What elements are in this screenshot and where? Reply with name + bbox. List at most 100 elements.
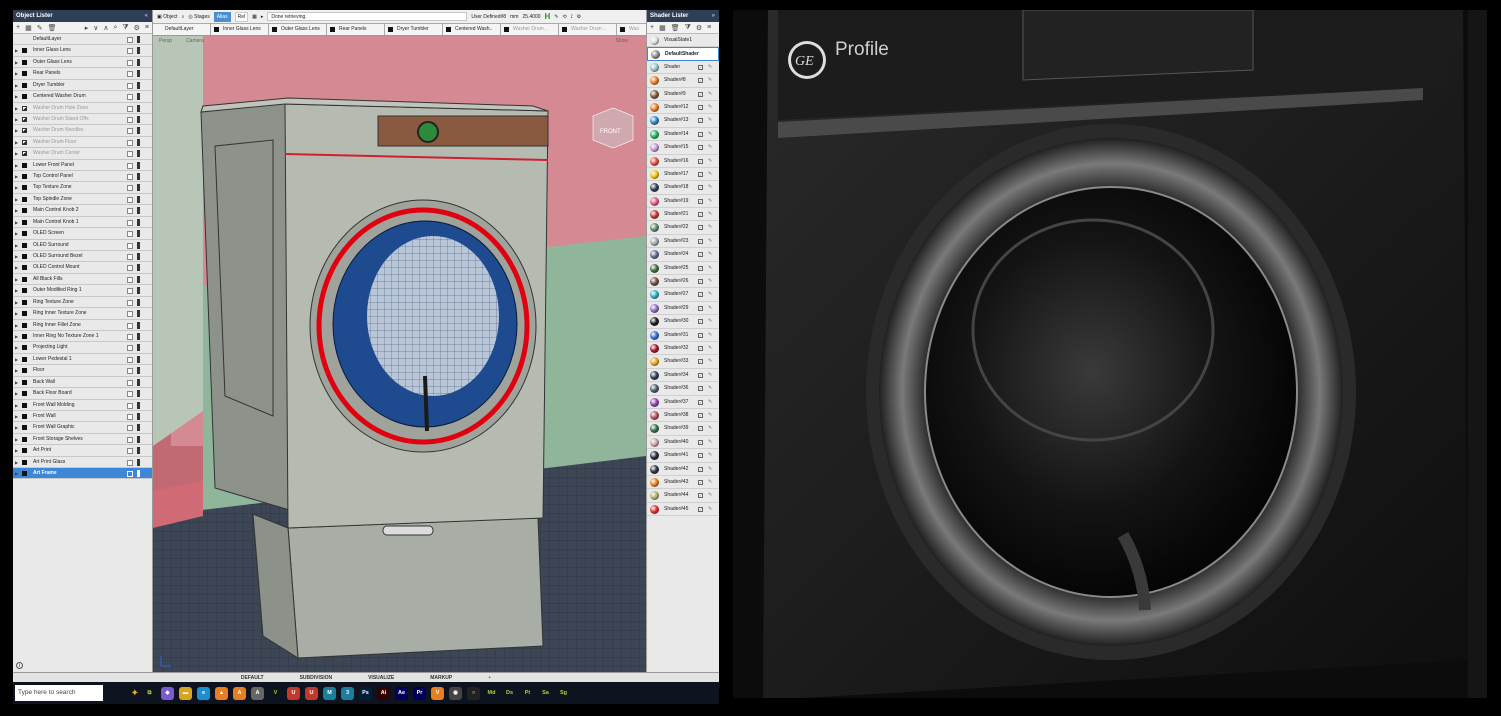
lock-icon[interactable] <box>137 378 140 386</box>
lock-icon[interactable] <box>137 70 140 78</box>
expand-arrow-icon[interactable]: ▶ <box>15 194 18 204</box>
lock-icon[interactable] <box>137 230 140 238</box>
object-row[interactable]: ▶ Art Frame <box>13 468 152 480</box>
after-effects-icon[interactable]: Ae <box>395 686 408 700</box>
layer-tab[interactable]: DefaultLayer <box>153 24 211 35</box>
visibility-checkbox[interactable] <box>127 254 133 261</box>
object-row[interactable]: DefaultLayer <box>13 34 152 46</box>
edit-icon[interactable]: ✎ <box>708 382 712 395</box>
visibility-checkbox[interactable] <box>127 139 133 146</box>
shader-row[interactable]: Shader#42 ✓ ✎ <box>647 463 719 476</box>
lock-icon[interactable] <box>137 207 140 215</box>
collapse-panel-button[interactable]: « <box>145 10 148 22</box>
expand-arrow-icon[interactable]: ▶ <box>15 308 18 318</box>
shader-row[interactable]: Shader#21 ✓ ✎ <box>647 208 719 222</box>
object-row[interactable]: ▶ Ring Inner Texture Zone <box>13 308 152 320</box>
shader-row[interactable]: Shader#31 ✓ ✎ <box>647 329 719 342</box>
edit-icon[interactable]: ✎ <box>708 88 712 101</box>
edit-icon[interactable]: ✎ <box>708 195 712 208</box>
expand-arrow-icon[interactable]: ▶ <box>15 205 18 215</box>
lock-icon[interactable] <box>137 173 140 181</box>
chevron-down-icon[interactable]: ∨ <box>93 24 98 32</box>
viewport[interactable]: FRONT Persp Camera Show <box>153 36 646 672</box>
lock-icon[interactable] <box>137 412 140 420</box>
edit-icon[interactable]: ✎ <box>708 355 712 368</box>
show-menu[interactable]: Show <box>615 36 628 46</box>
delete-icon[interactable]: 🗑 <box>48 24 57 32</box>
shader-visibility-checkbox[interactable]: ✓ <box>698 279 703 285</box>
expand-arrow-icon[interactable]: ▶ <box>15 57 18 67</box>
expand-arrow-icon[interactable]: ▶ <box>15 445 18 455</box>
visibility-checkbox[interactable] <box>127 368 133 375</box>
lock-icon[interactable] <box>137 424 140 432</box>
expand-arrow-icon[interactable]: ▶ <box>15 297 18 307</box>
premiere-icon[interactable]: Pr <box>413 686 426 700</box>
shader-row[interactable]: Shader#15 ✓ ✎ <box>647 141 719 155</box>
lock-icon[interactable] <box>137 470 140 478</box>
tab-subdivision[interactable]: SUBDIVISION <box>300 673 333 682</box>
object-row[interactable]: ▶ Art Print Glass <box>13 457 152 469</box>
object-row[interactable]: ▶ Main Control Knob 1 <box>13 217 152 229</box>
vlc-2-icon[interactable]: V <box>431 686 444 700</box>
shader-visibility-checkbox[interactable]: ✓ <box>698 78 703 84</box>
lock-icon[interactable] <box>137 127 140 135</box>
edit-icon[interactable]: ✎ <box>708 101 712 114</box>
shader-row[interactable]: Shader#27 ✓ ✎ <box>647 288 719 302</box>
lock-icon[interactable] <box>137 47 140 55</box>
shader-row[interactable]: Shader#24 ✓ ✎ <box>647 248 719 262</box>
chevron-up-icon[interactable]: ∧ <box>103 24 108 32</box>
rel-toggle[interactable]: Rel <box>234 11 249 22</box>
gear-icon[interactable]: ⚙ <box>696 24 702 32</box>
object-row[interactable]: ▶ Dryer Tumbler <box>13 80 152 92</box>
layer-tab[interactable]: Inner Glass Lens <box>211 24 269 35</box>
edit-icon[interactable]: ✎ <box>708 449 712 462</box>
shader-visibility-checkbox[interactable]: ✓ <box>698 412 703 418</box>
shader-row[interactable]: Shader#18 ✓ ✎ <box>647 181 719 195</box>
edit-icon[interactable]: ✎ <box>708 114 712 127</box>
visibility-checkbox[interactable] <box>127 276 133 283</box>
shader-row[interactable]: VisualState1 <box>647 34 719 48</box>
edit-icon[interactable]: ✎ <box>708 302 712 315</box>
search-icon[interactable]: ⌕ <box>113 24 117 32</box>
lock-icon[interactable] <box>137 161 140 169</box>
expand-arrow-icon[interactable]: ▶ <box>15 285 18 295</box>
lock-icon[interactable] <box>137 115 140 123</box>
expand-arrow-icon[interactable]: ▶ <box>15 251 18 261</box>
edit-icon[interactable]: ✎ <box>708 208 712 221</box>
alias-icon[interactable]: A <box>233 686 246 700</box>
shader-visibility-checkbox[interactable]: ✓ <box>698 118 703 124</box>
expand-arrow-icon[interactable]: ▶ <box>15 182 18 192</box>
shader-row[interactable]: Shader ✓ ✎ <box>647 61 719 75</box>
expand-arrow-icon[interactable]: ▶ <box>15 468 18 478</box>
visibility-checkbox[interactable] <box>127 208 133 215</box>
app-orange-icon[interactable]: U <box>287 686 300 700</box>
shader-row[interactable]: DefaultShader <box>647 47 719 61</box>
expand-arrow-icon[interactable]: ▶ <box>15 320 18 330</box>
lock-icon[interactable] <box>137 367 140 375</box>
expand-arrow-icon[interactable]: ▶ <box>15 103 18 113</box>
visibility-checkbox[interactable] <box>127 448 133 455</box>
visibility-checkbox[interactable] <box>127 425 133 432</box>
visibility-checkbox[interactable] <box>127 162 133 169</box>
expand-arrow-icon[interactable]: ▶ <box>15 240 18 250</box>
shader-row[interactable]: Shader#32 ✓ ✎ <box>647 342 719 356</box>
object-row[interactable]: ▶ Washer Drum Stand Offs <box>13 114 152 126</box>
shader-visibility-checkbox[interactable]: ✓ <box>698 386 703 392</box>
object-row[interactable]: ▶ Front Wall <box>13 411 152 423</box>
shader-row[interactable]: Shader#25 ✓ ✎ <box>647 262 719 276</box>
visibility-checkbox[interactable] <box>127 105 133 112</box>
shader-row[interactable]: Shader#23 ✓ ✎ <box>647 235 719 249</box>
visibility-checkbox[interactable] <box>127 322 133 329</box>
expand-arrow-icon[interactable]: ▶ <box>15 422 18 432</box>
layers-icon[interactable]: ▦ <box>659 24 666 32</box>
expand-arrow-icon[interactable]: ▶ <box>15 217 18 227</box>
shader-visibility-checkbox[interactable]: ✓ <box>698 506 703 512</box>
layer-tab[interactable]: Washer Drum .. <box>501 24 559 35</box>
layer-tab[interactable]: Was <box>617 24 646 35</box>
filter-icon[interactable]: ⧩ <box>122 24 128 32</box>
object-row[interactable]: ▶ Lower Front Panel <box>13 160 152 172</box>
lock-icon[interactable] <box>137 93 140 101</box>
visibility-checkbox[interactable] <box>127 185 133 192</box>
pick-icon[interactable]: ⟟ <box>571 14 573 20</box>
object-row[interactable]: ▶ Rear Panels <box>13 68 152 80</box>
